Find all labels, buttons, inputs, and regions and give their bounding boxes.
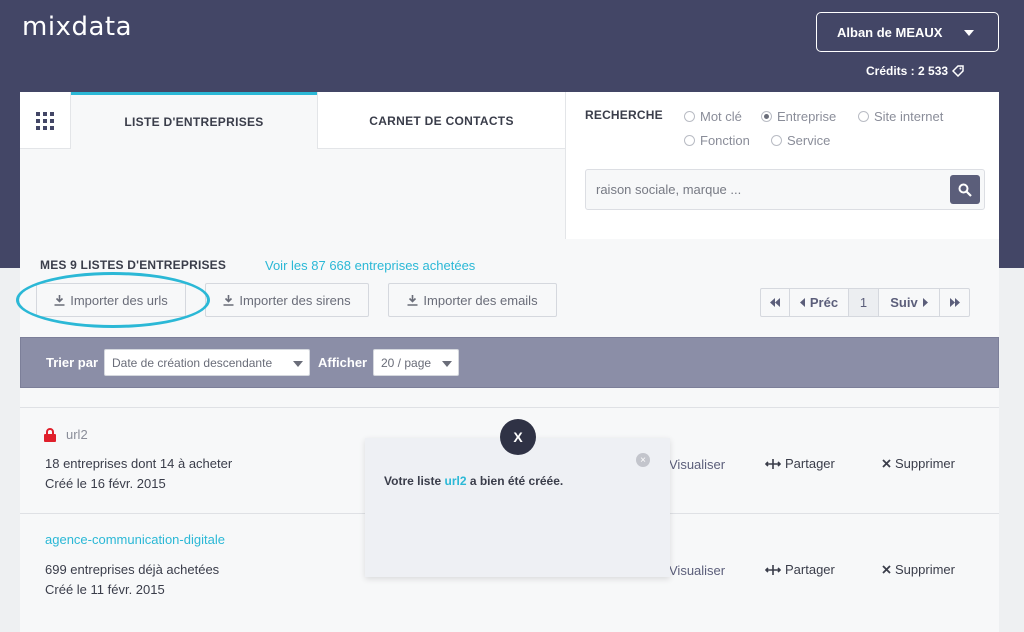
radio-label: Entreprise <box>777 109 837 124</box>
grid-icon <box>36 111 54 130</box>
toast-message: Votre liste url2 a bien été créée. <box>384 474 563 488</box>
share-button[interactable]: Partager <box>765 456 835 471</box>
tab-liste-entreprises[interactable]: LISTE D'ENTREPRISES <box>71 92 317 149</box>
visualiser-button[interactable]: Visualiser <box>669 457 725 472</box>
list-count: 699 entreprises déjà achetées <box>45 562 220 577</box>
search-input[interactable] <box>586 170 946 209</box>
list-info: 18 entreprises dont 14 à acheter Créé le… <box>45 454 232 494</box>
pagination: Préc 1 Suiv <box>760 288 970 317</box>
search-button[interactable] <box>950 175 980 204</box>
delete-icon <box>882 459 891 468</box>
notification-toast: × Votre liste url2 a bien été créée. <box>365 438 670 577</box>
user-name: Alban de MEAUX <box>837 24 943 40</box>
radio-label: Fonction <box>700 133 750 148</box>
list-name[interactable]: agence-communication-digitale <box>45 532 225 547</box>
import-urls-button[interactable]: Importer des urls <box>36 283 186 317</box>
tag-icon <box>952 65 964 77</box>
lock-icon <box>44 428 56 442</box>
list-info: 699 entreprises déjà achetées Créé le 11… <box>45 560 219 600</box>
list-date: Créé le 16 févr. 2015 <box>45 476 166 491</box>
prev-icon <box>799 298 805 307</box>
radio-circle-icon <box>684 135 695 146</box>
lists-title: MES 9 LISTES D'ENTREPRISES <box>40 258 227 272</box>
radio-entreprise[interactable]: Entreprise <box>761 109 836 124</box>
radio-label: Service <box>787 133 831 148</box>
radio-fonction[interactable]: Fonction <box>684 133 750 148</box>
delete-button[interactable]: Supprimer <box>882 456 955 471</box>
radio-mot-cle[interactable]: Mot clé <box>684 109 742 124</box>
delete-icon <box>882 565 891 574</box>
download-icon <box>54 294 65 306</box>
tabs-bar: LISTE D'ENTREPRISES CARNET DE CONTACTS <box>20 92 565 149</box>
radio-checked-icon <box>761 111 772 122</box>
share-button[interactable]: Partager <box>765 562 835 577</box>
credits-counter: Crédits : 2 533 <box>866 64 964 78</box>
list-count: 18 entreprises dont 14 à acheter <box>45 456 233 471</box>
last-page-button[interactable] <box>940 289 969 316</box>
per-page-value: 20 / page <box>381 355 432 370</box>
toast-msg-after: a bien été créée. <box>469 474 564 488</box>
list-date: Créé le 11 févr. 2015 <box>45 582 165 597</box>
sort-bar: Trier par Date de création descendante A… <box>20 337 999 388</box>
search-panel: RECHERCHE Mot clé Entreprise Site intern… <box>565 92 999 239</box>
toast-dismiss-icon[interactable]: × <box>636 453 650 467</box>
toast-list-name[interactable]: url2 <box>444 474 466 488</box>
radio-label: Site internet <box>874 109 944 124</box>
download-icon <box>223 294 234 306</box>
delete-label: Supprimer <box>895 562 955 577</box>
import-urls-label: Importer des urls <box>70 292 168 308</box>
search-box <box>585 169 985 210</box>
list-name[interactable]: url2 <box>66 427 88 442</box>
radio-site-internet[interactable]: Site internet <box>858 109 943 124</box>
caret-down-icon <box>293 361 303 367</box>
credits-label: Crédits : 2 533 <box>866 64 949 78</box>
toast-msg-before: Votre liste <box>384 474 442 488</box>
page-number[interactable]: 1 <box>849 289 879 316</box>
import-emails-button[interactable]: Importer des emails <box>388 283 557 317</box>
next-label: Suiv <box>890 295 918 310</box>
share-label: Partager <box>785 562 835 577</box>
radio-label: Mot clé <box>700 109 742 124</box>
per-page-select[interactable]: 20 / page <box>373 349 459 376</box>
share-label: Partager <box>785 456 835 471</box>
sort-value: Date de création descendante <box>112 355 273 370</box>
delete-button[interactable]: Supprimer <box>882 562 955 577</box>
sort-select[interactable]: Date de création descendante <box>104 349 310 376</box>
share-icon <box>765 564 781 575</box>
prev-label: Préc <box>809 295 839 310</box>
grid-menu-button[interactable] <box>20 92 71 149</box>
caret-down-icon <box>442 361 452 367</box>
download-icon <box>407 294 418 306</box>
close-icon[interactable]: X <box>500 419 536 455</box>
sort-label: Trier par <box>46 355 99 370</box>
radio-circle-icon <box>858 111 869 122</box>
user-menu-button[interactable]: Alban de MEAUX <box>816 12 999 52</box>
show-label: Afficher <box>318 355 368 370</box>
prev-page-button[interactable]: Préc <box>790 289 849 316</box>
radio-circle-icon <box>771 135 782 146</box>
caret-down-icon <box>964 30 974 36</box>
delete-label: Supprimer <box>895 456 955 471</box>
next-icon <box>922 298 928 307</box>
import-sirens-label: Importer des sirens <box>239 292 351 308</box>
first-page-button[interactable] <box>761 289 790 316</box>
last-page-icon <box>949 298 960 307</box>
next-page-button[interactable]: Suiv <box>879 289 940 316</box>
import-emails-label: Importer des emails <box>423 292 538 308</box>
tab-carnet-contacts[interactable]: CARNET DE CONTACTS <box>317 92 565 149</box>
purchased-companies-link[interactable]: Voir les 87 668 entreprises achetées <box>265 258 475 273</box>
app-logo[interactable]: mixdata <box>22 12 132 42</box>
search-icon <box>958 183 972 197</box>
import-sirens-button[interactable]: Importer des sirens <box>205 283 369 317</box>
search-label: RECHERCHE <box>585 108 663 122</box>
share-icon <box>765 458 781 469</box>
radio-service[interactable]: Service <box>771 133 830 148</box>
first-page-icon <box>770 298 780 307</box>
visualiser-button[interactable]: Visualiser <box>669 563 725 578</box>
radio-circle-icon <box>684 111 695 122</box>
